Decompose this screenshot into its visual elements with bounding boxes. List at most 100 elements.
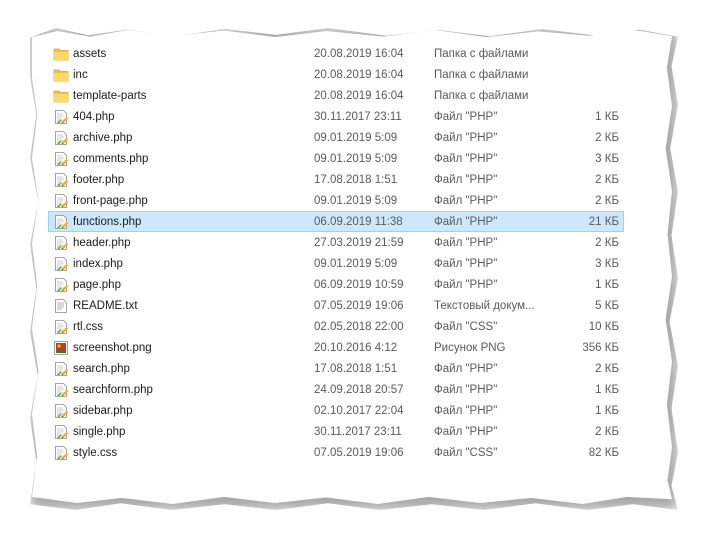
file-date-modified: 09.01.2019 5:09 — [314, 153, 398, 165]
php-file-icon — [53, 110, 69, 124]
file-size: 2 КБ — [595, 426, 619, 438]
file-size: 1 КБ — [595, 384, 619, 396]
file-name: search.php — [73, 363, 130, 375]
file-row[interactable]: index.php 09.01.2019 5:09 Файл "PHP" 3 КБ — [48, 253, 624, 274]
file-size: 2 КБ — [595, 237, 619, 249]
file-type: Рисунок PNG — [434, 342, 506, 354]
file-name: header.php — [73, 237, 131, 249]
text-file-icon — [53, 299, 69, 313]
file-row[interactable]: footer.php 17.08.2018 1:51 Файл "PHP" 2 КБ — [48, 169, 624, 190]
file-name: index.php — [73, 258, 123, 270]
file-type: Файл "PHP" — [434, 258, 498, 270]
file-row[interactable]: archive.php 09.01.2019 5:09 Файл "PHP" 2 КБ — [48, 127, 624, 148]
file-type: Файл "PHP" — [434, 384, 498, 396]
file-name: single.php — [73, 426, 126, 438]
file-type: Папка с файлами — [434, 69, 529, 81]
file-size: 2 КБ — [595, 195, 619, 207]
file-row[interactable]: inc 20.08.2019 16:04 Папка с файлами — [48, 64, 624, 85]
file-size: 2 КБ — [595, 132, 619, 144]
folder-icon — [53, 47, 69, 61]
file-name: sidebar.php — [73, 405, 133, 417]
file-size: 5 КБ — [595, 300, 619, 312]
file-name: style.css — [73, 447, 118, 459]
file-date-modified: 09.01.2019 5:09 — [314, 195, 398, 207]
file-date-modified: 30.11.2017 23:11 — [314, 426, 402, 438]
file-name: functions.php — [73, 216, 142, 228]
file-name: rtl.css — [73, 321, 104, 333]
file-row[interactable]: single.php 30.11.2017 23:11 Файл "PHP" 2 КБ — [48, 421, 624, 442]
file-size: 21 КБ — [588, 216, 619, 228]
file-row[interactable]: 404.php 30.11.2017 23:11 Файл "PHP" 1 КБ — [48, 106, 624, 127]
folder-icon — [53, 68, 69, 82]
php-file-icon — [53, 257, 69, 271]
file-list: assets 20.08.2019 16:04 Папка с файлами inc… — [48, 43, 624, 463]
file-name: template-parts — [73, 90, 147, 102]
file-name: comments.php — [73, 153, 149, 165]
php-file-icon — [53, 404, 69, 418]
file-name: footer.php — [73, 174, 125, 186]
file-date-modified: 06.09.2019 10:59 — [314, 279, 404, 291]
file-type: Файл "PHP" — [434, 426, 498, 438]
php-file-icon — [53, 173, 69, 187]
file-name: front-page.php — [73, 195, 148, 207]
file-row[interactable]: screenshot.png 20.10.2016 4:12 Рисунок PNG… — [48, 337, 624, 358]
file-size: 1 КБ — [595, 279, 619, 291]
php-file-icon — [53, 446, 69, 460]
file-name: README.txt — [73, 300, 138, 312]
file-name: searchform.php — [73, 384, 153, 396]
file-row[interactable]: searchform.php 24.09.2018 20:57 Файл "PHP"… — [48, 379, 624, 400]
file-type: Текстовый докум... — [434, 300, 535, 312]
file-type: Папка с файлами — [434, 90, 529, 102]
file-date-modified: 20.08.2019 16:04 — [314, 69, 404, 81]
php-file-icon — [53, 383, 69, 397]
file-type: Файл "CSS" — [434, 321, 498, 333]
file-size: 356 КБ — [582, 342, 619, 354]
file-name: inc — [73, 69, 88, 81]
file-row[interactable]: front-page.php 09.01.2019 5:09 Файл "PHP" 2… — [48, 190, 624, 211]
file-size: 1 КБ — [595, 111, 619, 123]
file-type: Файл "PHP" — [434, 174, 498, 186]
file-type: Файл "PHP" — [434, 153, 498, 165]
php-file-icon — [53, 425, 69, 439]
file-date-modified: 06.09.2019 11:38 — [314, 216, 403, 228]
file-row[interactable]: comments.php 09.01.2019 5:09 Файл "PHP" 3 К… — [48, 148, 624, 169]
php-file-icon — [53, 278, 69, 292]
file-row[interactable]: template-parts 20.08.2019 16:04 Папка с фа… — [48, 85, 624, 106]
file-type: Файл "PHP" — [434, 195, 498, 207]
file-size: 1 КБ — [595, 405, 619, 417]
php-file-icon — [53, 215, 69, 229]
file-row[interactable]: search.php 17.08.2018 1:51 Файл "PHP" 2 КБ — [48, 358, 624, 379]
file-row[interactable]: functions.php 06.09.2019 11:38 Файл "PHP" 2… — [48, 211, 624, 232]
file-type: Файл "PHP" — [434, 237, 498, 249]
php-file-icon — [53, 362, 69, 376]
file-date-modified: 27.03.2019 21:59 — [314, 237, 404, 249]
file-type: Папка с файлами — [434, 48, 529, 60]
file-row[interactable]: assets 20.08.2019 16:04 Папка с файлами — [48, 43, 624, 64]
file-size: 82 КБ — [588, 447, 619, 459]
file-date-modified: 17.08.2018 1:51 — [314, 174, 398, 186]
file-type: Файл "PHP" — [434, 363, 498, 375]
file-row[interactable]: style.css 07.05.2019 19:06 Файл "CSS" 82 КБ — [48, 442, 624, 463]
file-date-modified: 02.10.2017 22:04 — [314, 405, 404, 417]
file-row[interactable]: rtl.css 02.05.2018 22:00 Файл "CSS" 10 КБ — [48, 316, 624, 337]
file-name: archive.php — [73, 132, 133, 144]
file-type: Файл "PHP" — [434, 216, 498, 228]
file-date-modified: 02.05.2018 22:00 — [314, 321, 404, 333]
file-date-modified: 20.08.2019 16:04 — [314, 90, 404, 102]
folder-icon — [53, 89, 69, 103]
file-type: Файл "PHP" — [434, 279, 498, 291]
php-file-icon — [53, 152, 69, 166]
file-row[interactable]: header.php 27.03.2019 21:59 Файл "PHP" 2 КБ — [48, 232, 624, 253]
php-file-icon — [53, 131, 69, 145]
php-file-icon — [53, 194, 69, 208]
php-file-icon — [53, 236, 69, 250]
file-size: 3 КБ — [595, 153, 619, 165]
file-row[interactable]: page.php 06.09.2019 10:59 Файл "PHP" 1 КБ — [48, 274, 624, 295]
file-size: 3 КБ — [595, 258, 619, 270]
file-size: 10 КБ — [588, 321, 619, 333]
file-row[interactable]: sidebar.php 02.10.2017 22:04 Файл "PHP" 1 К… — [48, 400, 624, 421]
file-row[interactable]: README.txt 07.05.2019 19:06 Текстовый доку… — [48, 295, 624, 316]
file-size: 2 КБ — [595, 174, 619, 186]
file-date-modified: 24.09.2018 20:57 — [314, 384, 404, 396]
file-name: 404.php — [73, 111, 115, 123]
